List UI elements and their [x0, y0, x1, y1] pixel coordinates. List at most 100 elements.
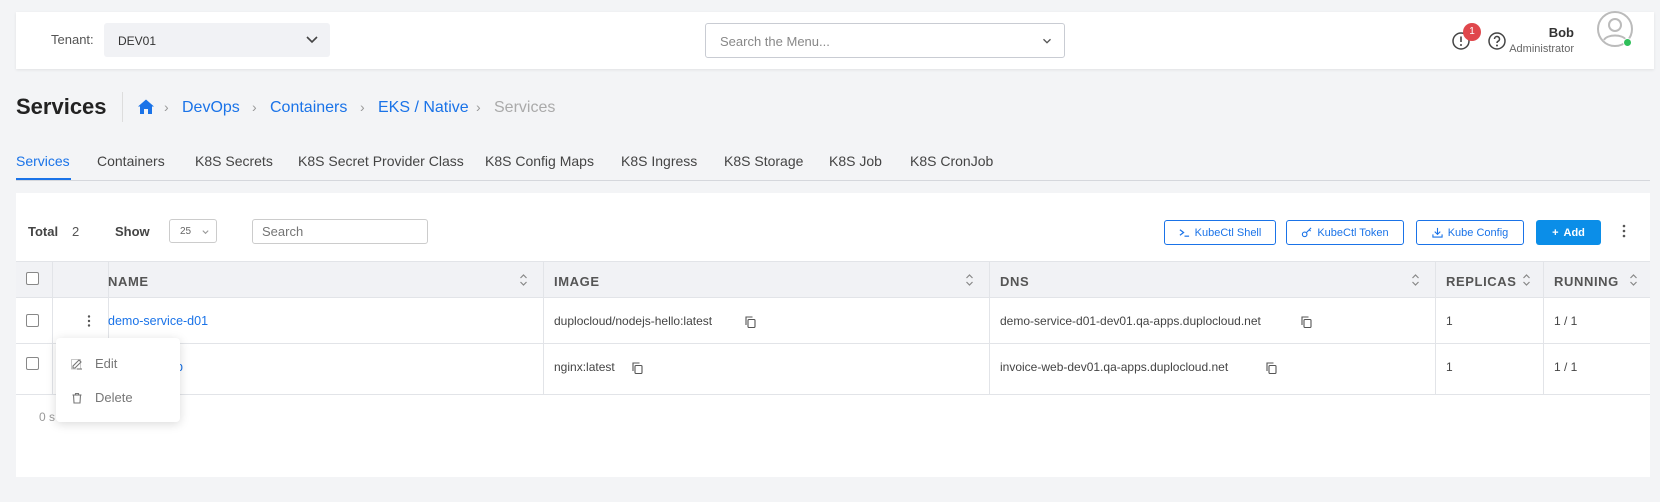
- user-name: Bob: [1548, 25, 1574, 40]
- row-actions-menu: Edit Delete: [56, 338, 180, 422]
- row-checkbox[interactable]: [26, 314, 39, 327]
- page-title: Services: [16, 94, 107, 119]
- table-row: b nginx:latest invoice-web-dev01.qa-apps…: [16, 344, 1650, 395]
- add-label: Add: [1563, 226, 1585, 239]
- download-icon: [1432, 227, 1443, 238]
- terminal-icon: [1179, 229, 1189, 237]
- top-bar: Tenant: DEV01 Search the Menu... 1 Bob A…: [16, 12, 1654, 69]
- home-icon[interactable]: [136, 97, 156, 117]
- menu-item-delete[interactable]: Delete: [71, 390, 133, 405]
- column-divider: [52, 344, 53, 395]
- column-divider: [52, 298, 53, 344]
- breadcrumb-separator: ›: [252, 99, 257, 115]
- sort-icon[interactable]: [519, 273, 528, 287]
- chevron-down-icon: [1043, 38, 1051, 44]
- breadcrumb-devops[interactable]: DevOps: [182, 99, 240, 117]
- select-all-checkbox[interactable]: [26, 272, 39, 285]
- column-divider: [1543, 344, 1544, 395]
- tab-k8s-secrets[interactable]: K8S Secrets: [195, 153, 273, 169]
- copy-icon[interactable]: [1301, 316, 1312, 328]
- tab-k8s-config-maps[interactable]: K8S Config Maps: [485, 153, 594, 169]
- tenant-select[interactable]: DEV01: [104, 23, 330, 57]
- copy-icon[interactable]: [632, 362, 643, 374]
- tab-k8s-storage[interactable]: K8S Storage: [724, 153, 803, 169]
- replicas-cell: 1: [1446, 360, 1453, 374]
- kube-config-label: Kube Config: [1447, 226, 1509, 239]
- more-options-icon[interactable]: [1617, 223, 1631, 239]
- tab-k8s-cronjob[interactable]: K8S CronJob: [910, 153, 993, 169]
- help-icon[interactable]: [1487, 31, 1507, 51]
- replicas-cell: 1: [1446, 314, 1453, 328]
- column-divider: [989, 298, 990, 344]
- sort-icon[interactable]: [1522, 273, 1531, 287]
- tabs-divider: [16, 180, 1650, 181]
- row-checkbox[interactable]: [26, 357, 39, 370]
- column-divider: [1435, 344, 1436, 395]
- user-role: Administrator: [1509, 43, 1574, 55]
- total-label: Total: [28, 224, 59, 239]
- breadcrumb-containers[interactable]: Containers: [270, 99, 347, 117]
- sort-icon[interactable]: [1629, 273, 1638, 287]
- tab-k8s-secret-provider-class[interactable]: K8S Secret Provider Class: [298, 153, 464, 169]
- menu-item-edit[interactable]: Edit: [71, 356, 117, 371]
- image-cell: nginx:latest: [554, 360, 615, 374]
- tab-k8s-job[interactable]: K8S Job: [829, 153, 882, 169]
- column-header-running[interactable]: RUNNING: [1554, 274, 1619, 289]
- table-row: demo-service-d01 duplocloud/nodejs-hello…: [16, 298, 1650, 344]
- add-button[interactable]: + Add: [1536, 220, 1601, 245]
- column-divider: [543, 298, 544, 344]
- column-divider: [543, 262, 544, 299]
- online-status-dot: [1623, 38, 1632, 47]
- column-divider: [1543, 298, 1544, 344]
- page-size-value: 25: [180, 226, 192, 237]
- tab-k8s-ingress[interactable]: K8S Ingress: [621, 153, 697, 169]
- column-header-name[interactable]: NAME: [108, 274, 149, 289]
- services-panel: Total 2 Show 25 KubeCtl Shell KubeCtl To…: [16, 193, 1650, 477]
- page-size-select[interactable]: 25: [169, 219, 217, 243]
- column-divider: [989, 344, 990, 395]
- breadcrumb-separator: ›: [360, 99, 365, 115]
- pagination-info: 0 s: [39, 410, 56, 424]
- row-actions-icon[interactable]: [84, 314, 94, 328]
- table-header: NAME IMAGE DNS REPLICAS RUNNING: [16, 261, 1650, 299]
- running-cell: 1 / 1: [1554, 314, 1578, 328]
- service-name-link[interactable]: demo-service-d01: [108, 314, 208, 328]
- active-tab-indicator: [16, 178, 71, 180]
- menu-search-select[interactable]: Search the Menu...: [705, 23, 1065, 58]
- column-header-replicas[interactable]: REPLICAS: [1446, 274, 1517, 289]
- running-cell: 1 / 1: [1554, 360, 1578, 374]
- breadcrumb-separator: ›: [164, 99, 169, 115]
- tenant-label: Tenant:: [51, 32, 94, 47]
- alert-badge: 1: [1463, 23, 1481, 41]
- dns-cell: invoice-web-dev01.qa-apps.duplocloud.net: [1000, 360, 1229, 374]
- delete-label: Delete: [95, 390, 133, 405]
- copy-icon[interactable]: [745, 316, 756, 328]
- breadcrumb-eks-native[interactable]: EKS / Native: [378, 99, 469, 117]
- copy-icon[interactable]: [1266, 362, 1277, 374]
- tab-containers[interactable]: Containers: [97, 153, 165, 169]
- column-header-image[interactable]: IMAGE: [554, 274, 600, 289]
- show-label: Show: [115, 224, 150, 239]
- kubectl-token-button[interactable]: KubeCtl Token: [1286, 220, 1404, 245]
- title-divider: [122, 92, 123, 122]
- total-count: 2: [72, 224, 80, 239]
- kubectl-shell-button[interactable]: KubeCtl Shell: [1164, 220, 1276, 245]
- chevron-down-icon: [202, 230, 209, 235]
- trash-icon: [72, 392, 82, 404]
- tab-services[interactable]: Services: [16, 153, 70, 169]
- kube-config-button[interactable]: Kube Config: [1416, 220, 1524, 245]
- key-icon: [1302, 227, 1312, 238]
- breadcrumb-separator: ›: [476, 99, 481, 115]
- column-divider: [1435, 298, 1436, 344]
- column-divider: [543, 344, 544, 395]
- breadcrumb-services: Services: [494, 99, 556, 116]
- edit-label: Edit: [95, 356, 118, 371]
- column-divider: [1435, 262, 1436, 299]
- sort-icon[interactable]: [1411, 273, 1420, 287]
- menu-search-placeholder: Search the Menu...: [720, 34, 830, 49]
- sort-icon[interactable]: [965, 273, 974, 287]
- chevron-down-icon: [306, 36, 318, 44]
- edit-icon: [71, 358, 82, 370]
- search-input[interactable]: [252, 219, 428, 244]
- column-header-dns[interactable]: DNS: [1000, 274, 1029, 289]
